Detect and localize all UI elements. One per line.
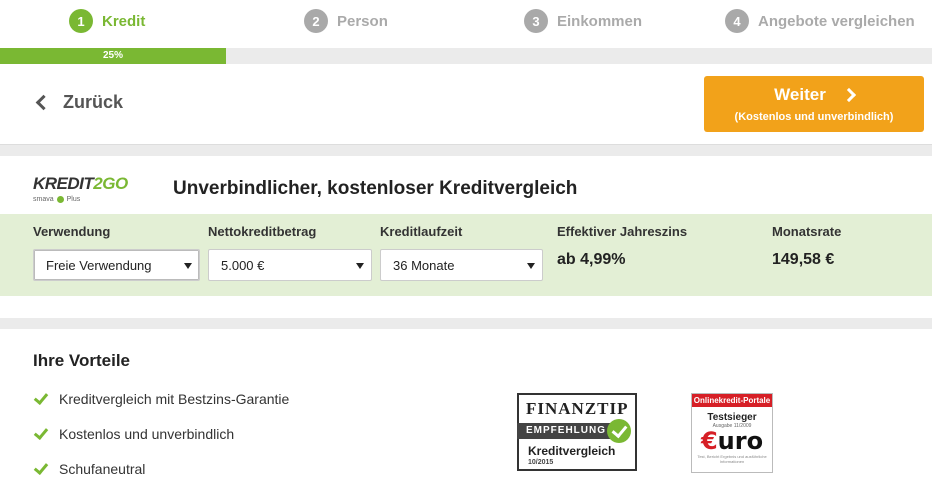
step-number: 4 [725, 9, 749, 33]
benefit-item: Schufaneutral [33, 459, 145, 477]
next-sublabel: (Kostenlos und unverbindlich) [734, 111, 894, 123]
step-number: 1 [69, 9, 93, 33]
step-number: 2 [304, 9, 328, 33]
check-icon [33, 424, 49, 440]
purpose-value: Freie Verwendung [46, 257, 152, 273]
step-einkommen: 3 Einkommen [524, 9, 642, 33]
purpose-label: Verwendung [33, 224, 111, 239]
step-number: 3 [524, 9, 548, 33]
euro-testsieger-badge: Onlinekredit-Portale Testsieger Ausgabe … [691, 393, 773, 473]
benefit-item: Kreditvergleich mit Bestzins-Garantie [33, 389, 289, 407]
back-button[interactable]: Zurück [35, 92, 124, 113]
finanztip-badge: FINANZTIP EMPFEHLUNG Kreditvergleich 10/… [517, 393, 637, 471]
step-kredit: 1 Kredit [69, 9, 145, 33]
next-button[interactable]: Weiter (Kostenlos und unverbindlich) [704, 76, 924, 132]
benefit-item: Kostenlos und unverbindlich [33, 424, 234, 442]
step-person: 2 Person [304, 9, 388, 33]
euro-award: Testsieger [707, 412, 757, 423]
next-label: Weiter [774, 85, 826, 104]
monthly-value: 149,58 € [772, 251, 835, 268]
chevron-right-icon [841, 87, 856, 103]
step-angebote: 4 Angebote vergleichen [725, 9, 915, 33]
finanztip-category: Kreditvergleich [528, 444, 616, 458]
logo-dot-icon [56, 196, 64, 203]
euro-logo: €uro [700, 427, 764, 455]
monthly-label: Monatsrate [772, 224, 842, 239]
benefits-title: Ihre Vorteile [33, 351, 130, 370]
progress-fill: 25% [0, 48, 226, 64]
step-indicator: 1 Kredit 2 Person 3 Einkommen 4 Angebote… [0, 0, 932, 48]
amount-value: 5.000 € [221, 257, 265, 273]
term-value: 36 Monate [393, 257, 455, 273]
rate-label: Effektiver Jahreszins [557, 224, 688, 239]
finanztip-title: FINANZTIP [526, 399, 629, 418]
rate-value: ab 4,99% [557, 251, 626, 268]
euro-header: Onlinekredit-Portale [692, 394, 772, 407]
progress-bar: 25% [0, 48, 932, 64]
checkmark-badge-icon [607, 419, 631, 443]
step-label: Kredit [102, 12, 146, 30]
check-icon [33, 459, 49, 475]
amount-label: Nettokreditbetrag [208, 224, 317, 239]
back-label: Zurück [63, 92, 124, 112]
benefits-section: Ihre Vorteile Kreditvergleich mit Bestzi… [0, 329, 932, 502]
term-select[interactable]: 36 Monate [380, 249, 543, 281]
check-icon [33, 389, 49, 405]
finanztip-date: 10/2015 [528, 459, 554, 466]
card-title: Unverbindlicher, kostenloser Kreditvergl… [173, 178, 578, 199]
kredit2go-logo: KREDIT2GO smava Plus [33, 174, 128, 203]
calculator-panel: Verwendung Freie Verwendung Nettokreditb… [0, 214, 932, 296]
step-label: Einkommen [557, 12, 643, 30]
navigation-bar: Zurück Weiter (Kostenlos und unverbindli… [0, 64, 932, 145]
term-label: Kreditlaufzeit [380, 224, 463, 239]
step-label: Angebote vergleichen [758, 12, 915, 30]
dropdown-arrow-icon [356, 263, 364, 269]
purpose-select[interactable]: Freie Verwendung [33, 249, 200, 281]
dropdown-arrow-icon [184, 263, 192, 269]
euro-footer: Test, Bericht Ergebnis und ausführliche … [697, 454, 767, 464]
chevron-left-icon [35, 94, 52, 111]
step-label: Person [337, 12, 388, 30]
dropdown-arrow-icon [527, 263, 535, 269]
amount-select[interactable]: 5.000 € [208, 249, 372, 281]
loan-calculator-card: KREDIT2GO smava Plus Unverbindlicher, kos… [0, 156, 932, 318]
